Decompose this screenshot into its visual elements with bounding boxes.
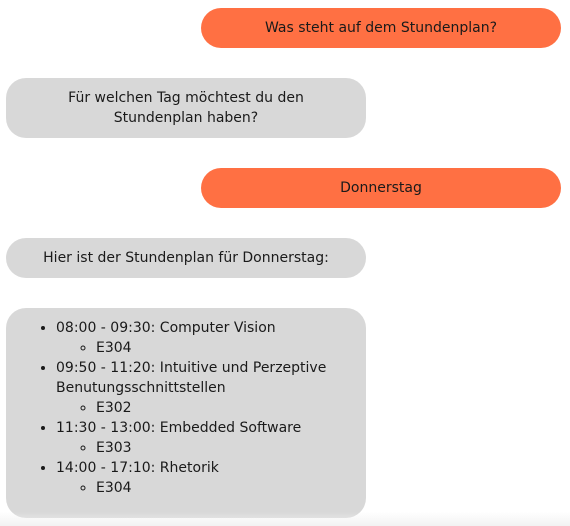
room-label: E304: [96, 340, 132, 356]
schedule-item: 14:00 - 17:10: Rhetorik E304: [56, 458, 352, 498]
schedule-item: 11:30 - 13:00: Embedded Software E303: [56, 418, 352, 458]
user-message: Was steht auf dem Stundenplan?: [201, 8, 561, 48]
message-text: Was steht auf dem Stundenplan?: [264, 20, 498, 36]
schedule-list: 08:00 - 09:30: Computer Vision E304 09:5…: [6, 318, 352, 498]
chat-window: Was steht auf dem Stundenplan? Für welch…: [0, 0, 570, 526]
schedule-entry: 14:00 - 17:10: Rhetorik: [56, 460, 219, 476]
schedule-entry: 11:30 - 13:00: Embedded Software: [56, 420, 302, 436]
bottom-fade: [0, 512, 570, 526]
room-list: E304: [56, 338, 352, 358]
message-text: Hier ist der Stundenplan für Donnerstag:: [43, 250, 329, 266]
bot-message: Hier ist der Stundenplan für Donnerstag:: [6, 238, 366, 278]
room-item: E303: [96, 438, 352, 458]
room-label: E303: [96, 440, 132, 456]
schedule-item: 08:00 - 09:30: Computer Vision E304: [56, 318, 352, 358]
schedule-item: 09:50 - 11:20: Intuitive und Perzeptive …: [56, 358, 352, 418]
room-list: E302: [56, 398, 352, 418]
schedule-entry: 09:50 - 11:20: Intuitive und Perzeptive …: [56, 360, 327, 396]
room-item: E304: [96, 478, 352, 498]
schedule-message: 08:00 - 09:30: Computer Vision E304 09:5…: [6, 308, 366, 518]
room-label: E302: [96, 400, 132, 416]
room-list: E304: [56, 478, 352, 498]
user-message: Donnerstag: [201, 168, 561, 208]
room-item: E304: [96, 338, 352, 358]
room-label: E304: [96, 480, 132, 496]
room-list: E303: [56, 438, 352, 458]
schedule-entry: 08:00 - 09:30: Computer Vision: [56, 320, 276, 336]
message-text: Donnerstag: [340, 180, 422, 196]
message-text: Für welchen Tag möchtest du den Stundenp…: [68, 90, 304, 126]
bot-message: Für welchen Tag möchtest du den Stundenp…: [6, 78, 366, 138]
room-item: E302: [96, 398, 352, 418]
